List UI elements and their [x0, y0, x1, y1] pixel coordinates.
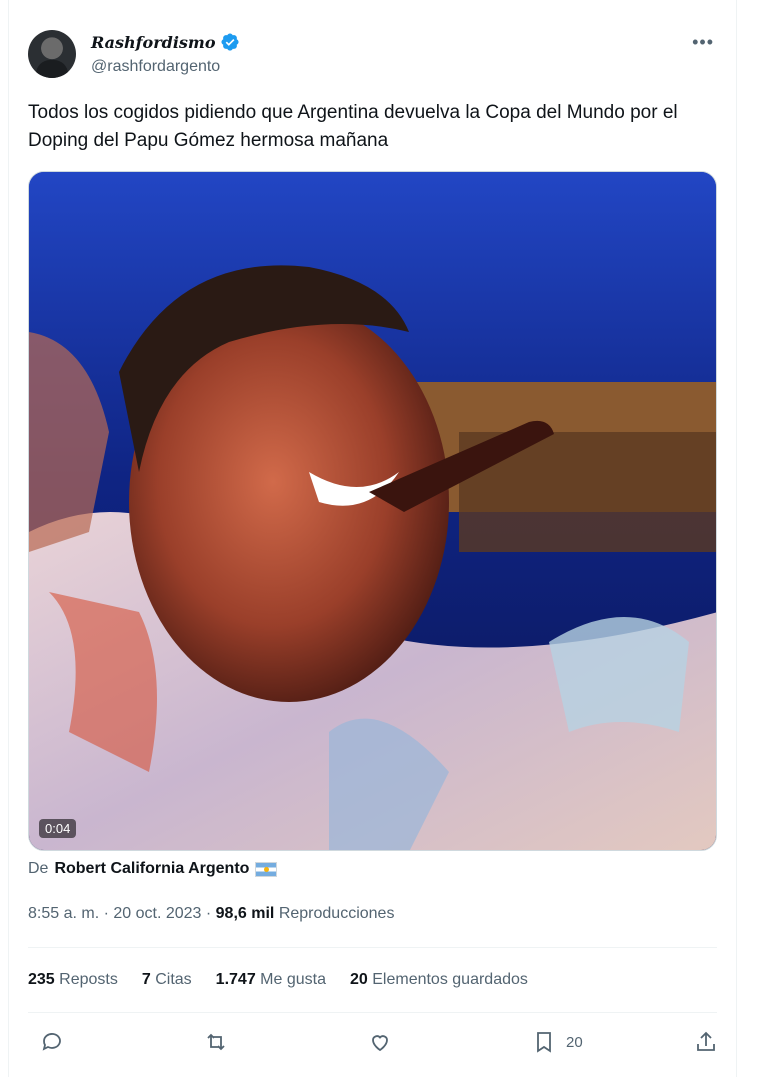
- tweet-metadata: 8:55 a. m. · 20 oct. 2023 · 98,6 mil Rep…: [28, 905, 394, 923]
- divider: [28, 947, 717, 948]
- repost-icon: [207, 1033, 225, 1051]
- tweet-text: Todos los cogidos pidiendo que Argentina…: [28, 102, 678, 151]
- video-duration: 0:04: [39, 819, 77, 838]
- divider: [28, 1012, 717, 1013]
- action-bar: 20: [28, 1028, 717, 1058]
- more-options-icon[interactable]: •••: [692, 32, 714, 53]
- video-player[interactable]: 0:04: [28, 171, 717, 851]
- tweet-card: Rashfordismo @rashfordargento ••• Todos …: [8, 0, 737, 1077]
- repost-button[interactable]: [204, 1030, 228, 1054]
- author-handle[interactable]: @rashfordargento: [91, 58, 220, 76]
- view-count: 98,6 mil: [215, 905, 275, 922]
- source-name-link[interactable]: Robert California Argento: [54, 860, 249, 878]
- bookmarks-stat[interactable]: 20 Elementos guardados: [350, 971, 528, 989]
- share-icon: [697, 1031, 715, 1051]
- source-prefix: De: [28, 860, 49, 877]
- bookmark-button[interactable]: 20: [532, 1030, 583, 1054]
- author-name-row: Rashfordismo: [91, 32, 240, 52]
- reposts-stat[interactable]: 235 Reposts: [28, 971, 118, 989]
- like-button[interactable]: [368, 1030, 392, 1054]
- likes-stat[interactable]: 1.747 Me gusta: [216, 971, 326, 989]
- author-avatar[interactable]: [28, 30, 76, 78]
- argentina-flag-icon: [255, 861, 278, 877]
- view-label: Reproducciones: [278, 905, 395, 922]
- bookmark-icon: [537, 1032, 551, 1053]
- tweet-timestamp[interactable]: 8:55 a. m. · 20 oct. 2023 ·: [28, 905, 216, 922]
- verified-badge-icon: [220, 33, 239, 51]
- video-source-attribution: De Robert California Argento: [28, 860, 278, 878]
- engagement-stats: 235 Reposts 7 Citas 1.747 Me gusta 20 El…: [28, 971, 528, 989]
- bookmark-count: 20: [566, 1033, 583, 1051]
- video-frame-image: [29, 172, 716, 850]
- reply-button[interactable]: [40, 1030, 64, 1054]
- quotes-stat[interactable]: 7 Citas: [142, 971, 192, 989]
- share-button[interactable]: [694, 1030, 718, 1054]
- reply-icon: [42, 1033, 61, 1051]
- heart-icon: [372, 1035, 388, 1052]
- author-display-name[interactable]: Rashfordismo: [91, 33, 216, 52]
